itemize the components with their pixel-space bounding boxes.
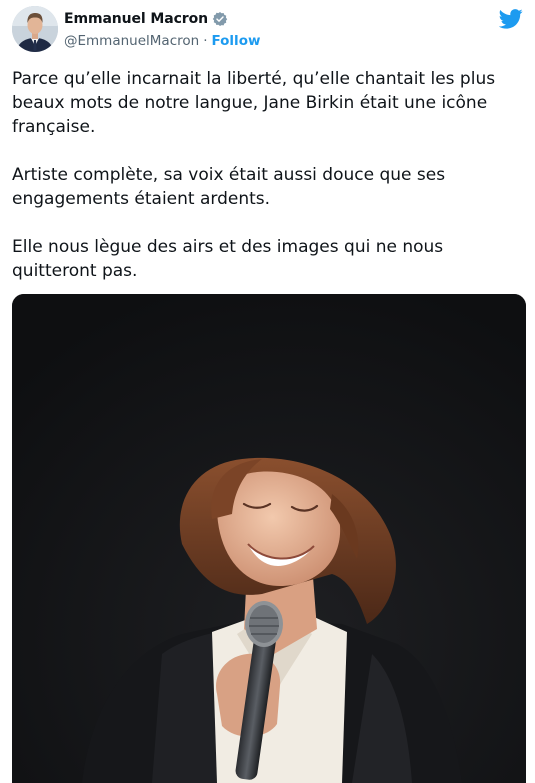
- tweet-paragraph: Elle nous lègue des airs et des images q…: [12, 237, 449, 281]
- author-avatar[interactable]: [12, 6, 58, 52]
- author-name-row: Emmanuel Macron: [64, 9, 228, 29]
- separator-dot: ·: [203, 33, 208, 49]
- tweet-paragraph: Parce qu’elle incarnait la liberté, qu’e…: [12, 69, 501, 137]
- twitter-bird-icon[interactable]: [498, 8, 523, 30]
- verified-badge-icon: [212, 11, 228, 27]
- follow-button[interactable]: Follow: [211, 33, 260, 49]
- author-display-name[interactable]: Emmanuel Macron: [64, 11, 208, 27]
- tweet-paragraph: Artiste complète, sa voix était aussi do…: [12, 165, 451, 209]
- tweet-card: Emmanuel Macron @EmmanuelMacron · Follow…: [0, 0, 535, 783]
- tweet-text: Parce qu’elle incarnait la liberté, qu’e…: [12, 67, 522, 307]
- tweet-header: Emmanuel Macron @EmmanuelMacron · Follow: [12, 6, 527, 56]
- tweet-photo[interactable]: [12, 294, 526, 783]
- author-handle[interactable]: @EmmanuelMacron: [64, 33, 199, 49]
- author-handle-row: @EmmanuelMacron · Follow: [64, 31, 260, 51]
